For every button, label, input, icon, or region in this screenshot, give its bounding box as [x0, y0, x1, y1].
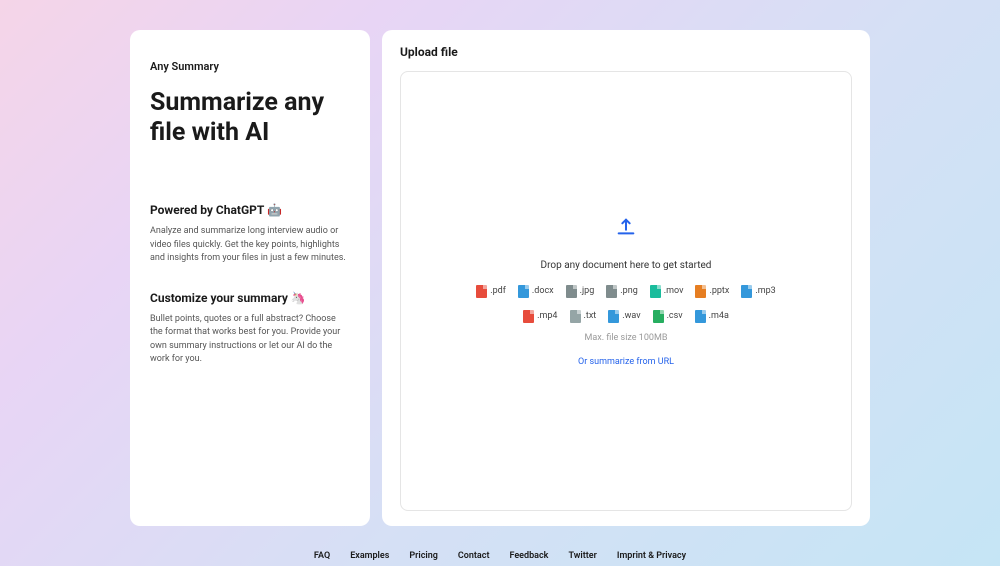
file-type-label: .mp3 — [755, 286, 775, 296]
section-customize-text: Bullet points, quotes or a full abstract… — [150, 313, 350, 367]
hero-title: Summarize any file with AI — [150, 88, 350, 148]
section-customize-title: Customize your summary 🦄 — [150, 291, 350, 305]
file-icon — [650, 285, 661, 298]
file-type-csv: .csv — [653, 310, 683, 323]
file-icon — [570, 310, 581, 323]
file-icon — [741, 285, 752, 298]
footer-link-imprint-privacy[interactable]: Imprint & Privacy — [617, 551, 686, 561]
file-icon — [606, 285, 617, 298]
footer-link-feedback[interactable]: Feedback — [509, 551, 548, 561]
file-type-label: .wav — [622, 311, 640, 321]
footer-link-pricing[interactable]: Pricing — [409, 551, 438, 561]
file-type-png: .png — [606, 285, 637, 298]
file-type-label: .docx — [532, 286, 554, 296]
file-type-mov: .mov — [650, 285, 684, 298]
footer-nav: FAQ Examples Pricing Contact Feedback Twitter… — [0, 546, 1000, 566]
info-panel: Any Summary Summarize any file with AI P… — [130, 30, 370, 526]
main-container: Any Summary Summarize any file with AI P… — [0, 0, 1000, 546]
file-type-docx: .docx — [518, 285, 554, 298]
footer-link-examples[interactable]: Examples — [350, 551, 389, 561]
file-type-pptx: .pptx — [695, 285, 729, 298]
file-type-txt: .txt — [570, 310, 597, 323]
file-type-wav: .wav — [608, 310, 640, 323]
file-type-mp4: .mp4 — [523, 310, 557, 323]
file-type-label: .csv — [667, 311, 683, 321]
file-type-pdf: .pdf — [476, 285, 506, 298]
file-icon — [695, 310, 706, 323]
file-type-jpg: .jpg — [566, 285, 595, 298]
file-type-label: .mp4 — [537, 311, 557, 321]
file-icon — [653, 310, 664, 323]
file-icon — [566, 285, 577, 298]
file-type-label: .txt — [584, 311, 597, 321]
file-icon — [695, 285, 706, 298]
file-type-label: .png — [620, 286, 637, 296]
brand-name: Any Summary — [150, 60, 350, 73]
section-powered-text: Analyze and summarize long interview aud… — [150, 225, 350, 266]
file-type-label: .mov — [664, 286, 684, 296]
file-type-m4a: .m4a — [695, 310, 729, 323]
footer-link-faq[interactable]: FAQ — [314, 551, 330, 561]
drop-instruction: Drop any document here to get started — [541, 260, 712, 271]
footer-link-twitter[interactable]: Twitter — [568, 551, 596, 561]
file-types-list: .pdf .docx .jpg .png .mov .pptx .mp3 .mp4 .txt .w… — [471, 285, 781, 323]
upload-icon — [615, 216, 637, 242]
file-type-label: .jpg — [580, 286, 595, 296]
file-icon — [476, 285, 487, 298]
drop-zone[interactable]: Drop any document here to get started .p… — [400, 71, 852, 511]
file-icon — [518, 285, 529, 298]
upload-panel: Upload file Drop any document here to ge… — [382, 30, 870, 526]
file-icon — [608, 310, 619, 323]
max-file-size: Max. file size 100MB — [585, 333, 668, 343]
upload-title: Upload file — [400, 45, 852, 59]
file-type-mp3: .mp3 — [741, 285, 775, 298]
file-type-label: .pptx — [709, 286, 729, 296]
summarize-url-link[interactable]: Or summarize from URL — [578, 357, 674, 367]
file-type-label: .m4a — [709, 311, 729, 321]
file-icon — [523, 310, 534, 323]
file-type-label: .pdf — [490, 286, 506, 296]
section-powered-title: Powered by ChatGPT 🤖 — [150, 203, 350, 217]
footer-link-contact[interactable]: Contact — [458, 551, 490, 561]
